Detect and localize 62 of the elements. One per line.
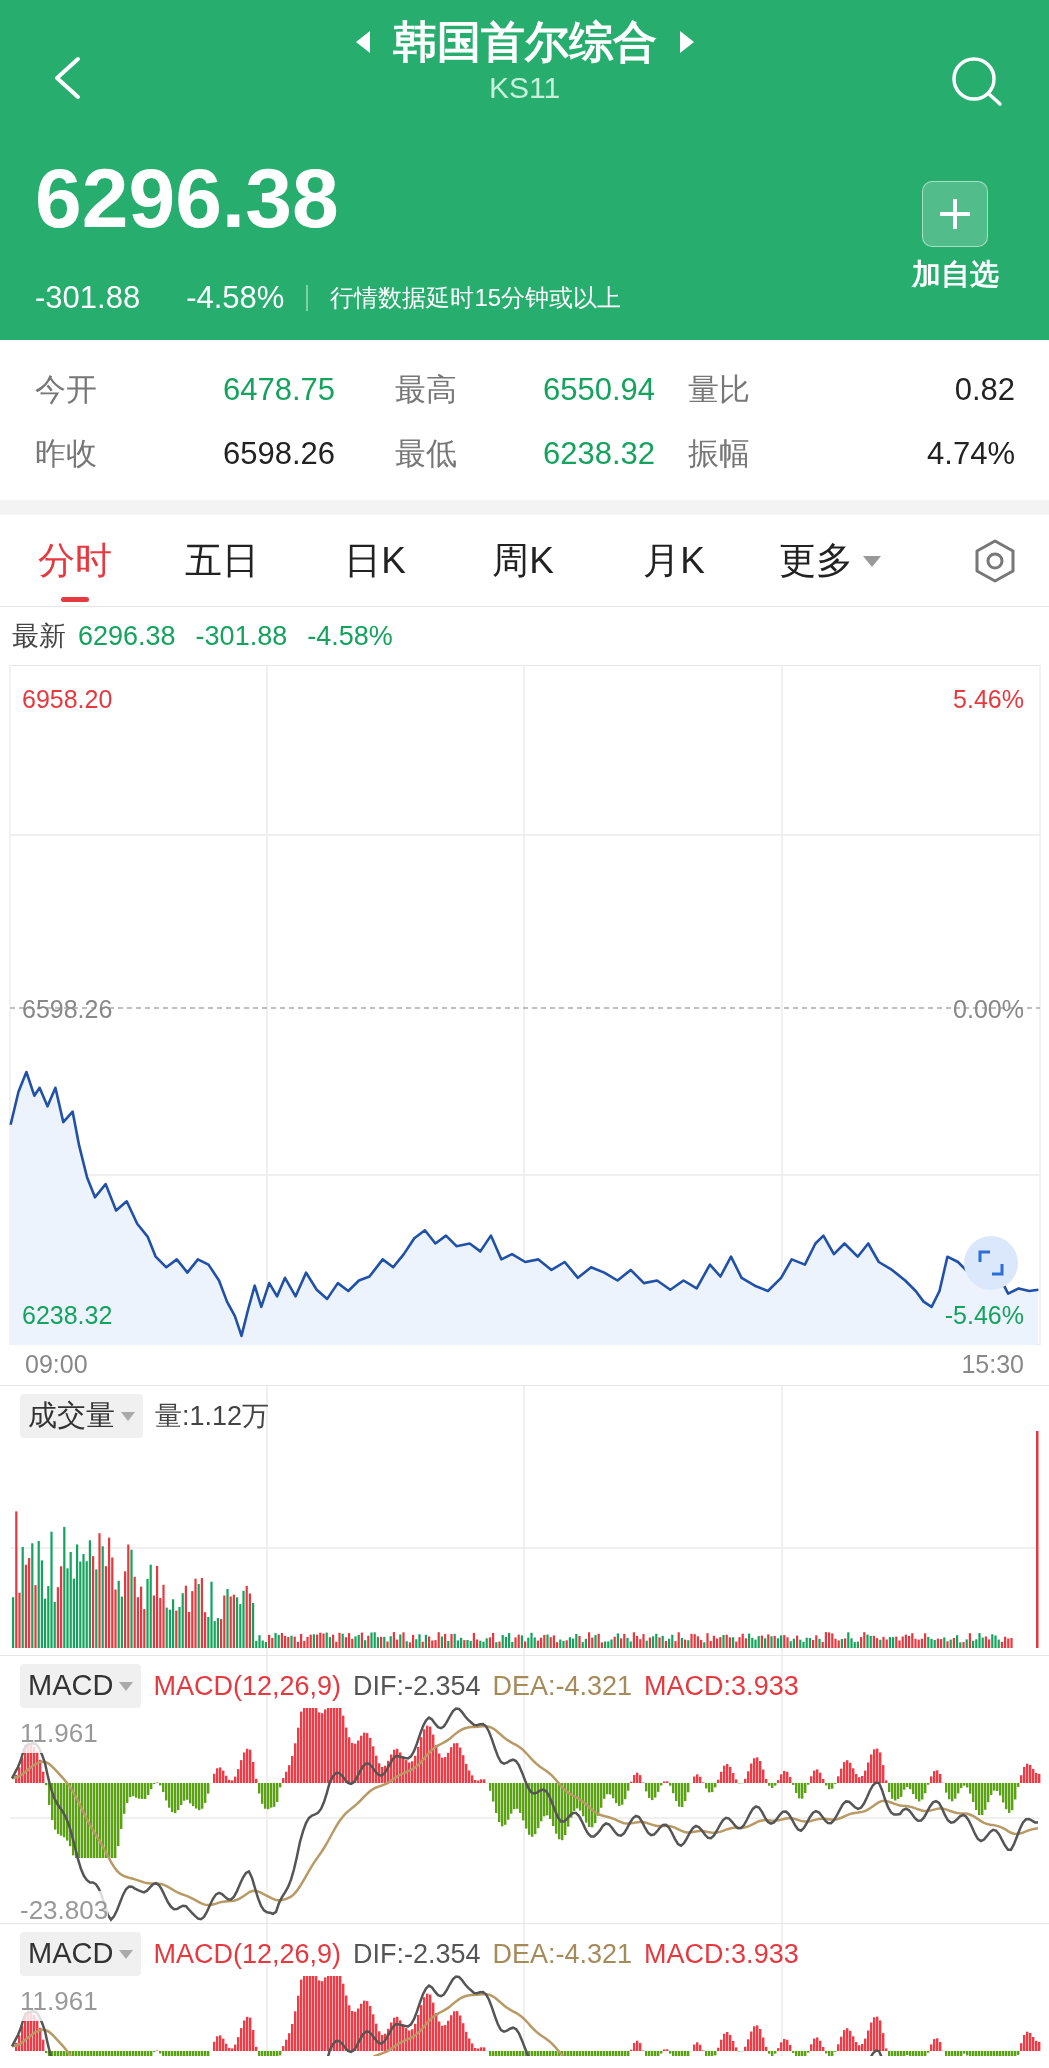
period-tab[interactable]: 周K bbox=[492, 529, 554, 593]
index-title: 韩国首尔综合 bbox=[392, 16, 657, 68]
index-code: KS11 bbox=[488, 70, 561, 106]
stat-value: 6238.32 bbox=[541, 434, 655, 473]
prev-close-percent: 0.00% bbox=[953, 994, 1024, 1025]
stat-value: 6550.94 bbox=[541, 370, 655, 409]
dea-value: DEA:-4.321 bbox=[492, 1937, 633, 1971]
dif-value: DIF:-2.354 bbox=[352, 1669, 481, 1703]
end-time: 15:30 bbox=[961, 1349, 1024, 1381]
period-tab[interactable]: 月K bbox=[643, 529, 705, 593]
stat-label: 最低 bbox=[395, 434, 458, 473]
stat-value: 4.74% bbox=[926, 434, 1015, 473]
latest-label: 最新 bbox=[12, 619, 66, 653]
period-tab[interactable]: 五日 bbox=[185, 529, 259, 593]
stat-label: 昨收 bbox=[35, 434, 98, 473]
stat-label: 最高 bbox=[395, 370, 458, 409]
caret-icon bbox=[121, 1411, 135, 1421]
indicator-selector[interactable]: 成交量 bbox=[20, 1394, 143, 1438]
delay-notice: 行情数据延时15分钟或以上 bbox=[330, 283, 622, 313]
stat-label: 量比 bbox=[688, 370, 751, 409]
prev-close-label: 6598.26 bbox=[22, 994, 113, 1025]
start-time: 09:00 bbox=[25, 1349, 88, 1381]
prev-arrow-icon[interactable] bbox=[354, 30, 371, 54]
fullscreen-button[interactable] bbox=[964, 1236, 1018, 1290]
caret-icon bbox=[863, 555, 881, 567]
latest-change: -301.88 bbox=[195, 619, 288, 653]
latest-change-percent: -4.58% bbox=[307, 619, 393, 653]
macd-params: MACD(12,26,9) bbox=[153, 1669, 341, 1703]
axis-high-percent: 5.46% bbox=[953, 684, 1024, 715]
period-tab[interactable]: 分时 bbox=[38, 529, 112, 593]
settings-icon[interactable] bbox=[974, 539, 1016, 583]
latest-price: 6296.38 bbox=[78, 619, 176, 653]
next-arrow-icon[interactable] bbox=[678, 30, 695, 54]
period-tab[interactable]: 更多 bbox=[779, 529, 881, 593]
stat-value: 6598.26 bbox=[221, 434, 335, 473]
stat-label: 振幅 bbox=[688, 434, 751, 473]
add-watchlist-button[interactable] bbox=[922, 181, 988, 247]
dea-value: DEA:-4.321 bbox=[492, 1669, 633, 1703]
caret-icon bbox=[119, 1949, 134, 1959]
stat-label: 今开 bbox=[35, 370, 98, 409]
indicator-selector[interactable]: MACD bbox=[20, 1664, 142, 1708]
volume-reading: 量:1.12万 bbox=[155, 1399, 270, 1433]
indicator-selector[interactable]: MACD bbox=[20, 1932, 142, 1976]
axis-low-percent: -5.46% bbox=[944, 1300, 1024, 1331]
axis-low-label: 6238.32 bbox=[22, 1300, 113, 1331]
macd-value: MACD:3.933 bbox=[644, 1669, 799, 1703]
stat-value: 6478.75 bbox=[221, 370, 335, 409]
current-price: 6296.38 bbox=[35, 150, 339, 247]
expand-icon bbox=[978, 1250, 1004, 1276]
price-change: -301.88 bbox=[35, 279, 141, 317]
watchlist-label: 加自选 bbox=[911, 257, 999, 292]
caret-icon bbox=[119, 1681, 134, 1691]
back-icon[interactable] bbox=[52, 56, 82, 100]
axis-high-label: 6958.20 bbox=[22, 684, 113, 715]
change-percent: -4.58% bbox=[186, 279, 285, 317]
macd-value: MACD:3.933 bbox=[644, 1937, 799, 1971]
dif-value: DIF:-2.354 bbox=[352, 1937, 481, 1971]
plus-icon bbox=[938, 197, 972, 231]
stat-value: 0.82 bbox=[953, 370, 1015, 409]
macd-params: MACD(12,26,9) bbox=[153, 1937, 341, 1971]
period-tab[interactable]: 日K bbox=[344, 529, 406, 593]
tab-indicator bbox=[61, 597, 89, 602]
